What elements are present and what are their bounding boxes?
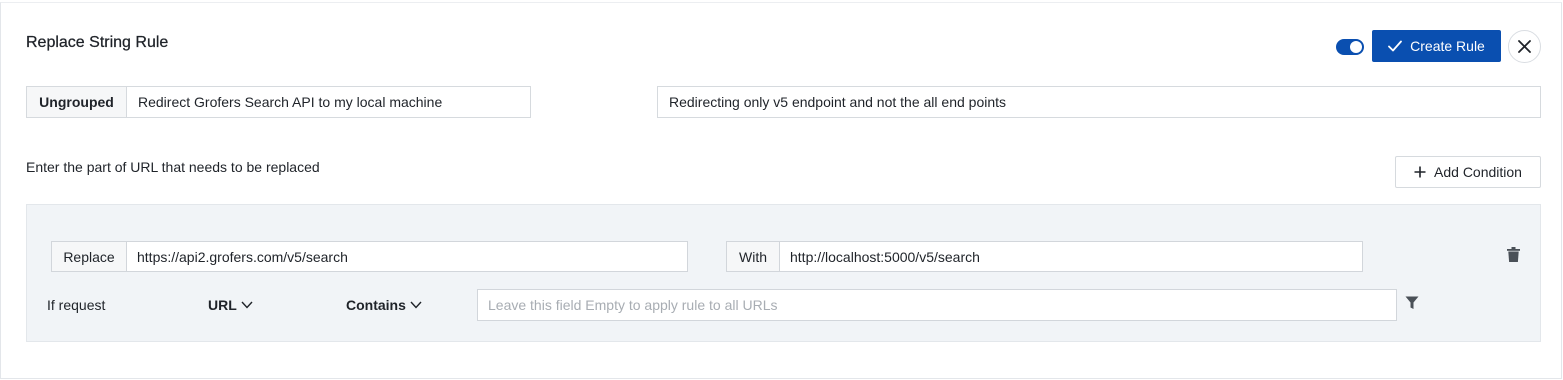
add-condition-label: Add Condition (1434, 164, 1522, 180)
source-value-input[interactable] (478, 290, 1396, 320)
with-field-group: With (726, 241, 1363, 272)
page-title: Replace String Rule (26, 34, 169, 51)
close-button[interactable] (1508, 30, 1541, 63)
replace-field-group: Replace (51, 241, 688, 272)
add-condition-button[interactable]: Add Condition (1395, 156, 1541, 188)
replace-input[interactable] (127, 242, 687, 271)
rule-name-group: Ungrouped (26, 86, 531, 118)
rule-name-input[interactable] (127, 87, 530, 117)
create-rule-label: Create Rule (1410, 38, 1485, 54)
trash-icon (1507, 247, 1520, 262)
chevron-down-icon (410, 301, 422, 309)
if-request-label: If request (47, 297, 106, 313)
with-label: With (727, 242, 780, 271)
rule-status-toggle[interactable] (1336, 39, 1364, 55)
with-input[interactable] (780, 242, 1362, 271)
filter-button[interactable] (1405, 296, 1419, 315)
rule-editor-card: Replace String Rule Create Rule Ungroupe… (0, 2, 1562, 379)
operator-dropdown[interactable]: Contains (346, 297, 422, 313)
operator-value: Contains (346, 297, 406, 313)
delete-pair-button[interactable] (1507, 247, 1520, 267)
create-rule-button[interactable]: Create Rule (1372, 30, 1501, 62)
toggle-knob (1350, 41, 1362, 53)
rule-description-group (657, 86, 1541, 118)
chevron-down-icon (241, 301, 253, 309)
replace-section-label: Enter the part of URL that needs to be r… (26, 159, 320, 175)
replace-label: Replace (52, 242, 127, 271)
filter-icon (1405, 296, 1419, 309)
plus-icon (1414, 166, 1426, 178)
source-value-group (477, 289, 1397, 321)
rule-description-input[interactable] (658, 87, 1540, 117)
replace-pair-panel: Replace With If request URL Contains (26, 204, 1541, 342)
group-selector[interactable]: Ungrouped (27, 87, 127, 117)
source-key-dropdown[interactable]: URL (208, 297, 253, 313)
check-icon (1388, 40, 1403, 52)
close-icon (1518, 40, 1531, 53)
source-key-value: URL (208, 297, 237, 313)
